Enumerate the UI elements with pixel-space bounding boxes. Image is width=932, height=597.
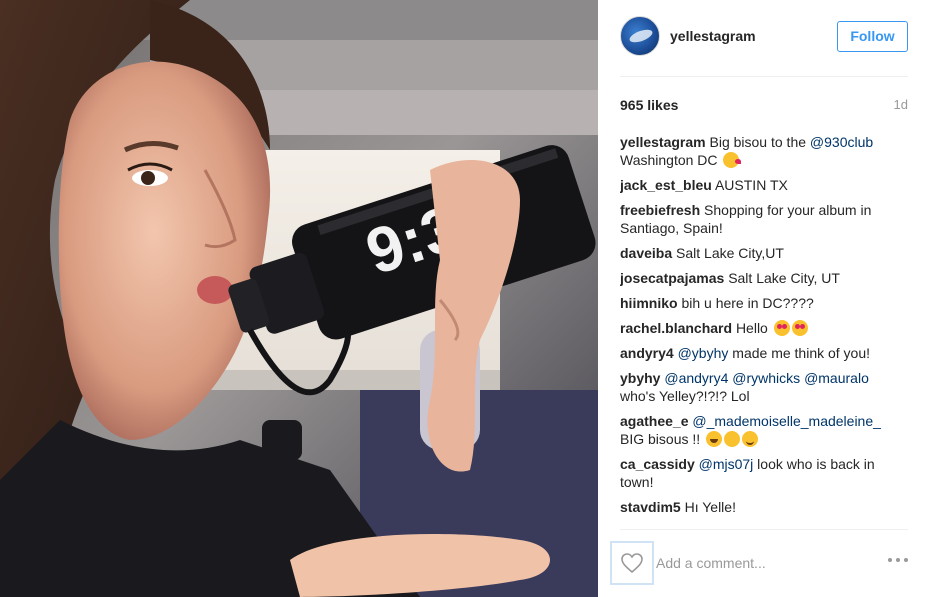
comment-username[interactable]: daveiba [620,245,672,261]
comment-text: AUSTIN TX [714,177,788,193]
comment-item: agathee_e @_mademoiselle_madeleine_ BIG … [620,412,908,448]
laugh-emoji-icon [706,431,723,447]
header-divider [620,76,908,77]
comment-mention[interactable]: @930club [810,134,873,150]
comment-username[interactable]: hiimniko [620,295,678,311]
comment-username[interactable]: ybyhy [620,370,660,386]
hearteyes-emoji-icon [791,320,808,336]
comment-text: made me think of you! [728,345,871,361]
comment-username[interactable]: andyry4 [620,345,674,361]
smile-emoji-icon [742,431,759,447]
comment-text: Salt Lake City,UT [676,245,784,261]
comment-text: who's Yelley?!?!? Lol [620,388,750,404]
comment-username[interactable]: ca_cassidy [620,456,695,472]
comments-list[interactable]: yellestagram Big bisou to the @930club W… [620,133,908,529]
comment-item: daveiba Salt Lake City,UT [620,244,908,262]
comment-username[interactable]: stavdim5 [620,499,681,515]
follow-button[interactable]: Follow [837,21,908,52]
more-options-icon[interactable] [888,558,908,562]
username[interactable]: yellestagram [670,28,756,44]
comment-item: stavdim5 Hı Yelle! [620,498,908,516]
comment-item: hiimniko bih u here in DC???? [620,294,908,312]
add-comment-input[interactable] [656,552,876,574]
comment-username[interactable]: freebiefresh [620,202,700,218]
comment-text: Big bisou to the [709,134,810,150]
comment-mention[interactable]: @rywhicks [732,370,800,386]
post-details-panel: yellestagram Follow 965 likes 1d yellest… [598,0,932,597]
post-photo[interactable]: 9:30 [0,0,598,597]
comment-item: yellestagram Big bisou to the @930club W… [620,133,908,169]
post-photo-image: 9:30 [0,0,598,597]
comment-text: BIG bisous !! [620,431,705,447]
comment-mention[interactable]: @mjs07j [699,456,754,472]
comment-item: rachel.blanchard Hello [620,319,908,337]
post-timestamp[interactable]: 1d [894,97,908,112]
avatar[interactable] [620,16,660,56]
comment-username[interactable]: rachel.blanchard [620,320,732,336]
heart-outline-icon [621,553,643,574]
comment-item: ca_cassidy @mjs07j look who is back in t… [620,455,908,491]
comment-text: bih u here in DC???? [681,295,814,311]
kiss-emoji-icon [723,152,742,168]
smirk-emoji-icon [724,431,741,447]
comment-item: freebiefresh Shopping for your album in … [620,201,908,237]
comment-mention[interactable]: @mauralo [804,370,869,386]
comment-username[interactable]: agathee_e [620,413,688,429]
comment-item: jack_est_bleu AUSTIN TX [620,176,908,194]
comment-text: Hı Yelle! [684,499,736,515]
comment-username[interactable]: josecatpajamas [620,270,724,286]
comment-footer [598,530,932,597]
comment-text: Washington DC [620,152,722,168]
comment-item: josecatpajamas Salt Lake City, UT [620,269,908,287]
comment-username[interactable]: yellestagram [620,134,706,150]
likes-count[interactable]: 965 likes [620,97,678,113]
comment-mention[interactable]: @ybyhy [678,345,729,361]
post-header: yellestagram Follow [620,16,908,60]
comment-item: ybyhy @andyry4 @rywhicks @mauralo who's … [620,369,908,405]
like-button[interactable] [610,541,654,585]
comment-item: andyry4 @ybyhy made me think of you! [620,344,908,362]
comment-mention[interactable]: @andyry4 [664,370,728,386]
comment-username[interactable]: jack_est_bleu [620,177,712,193]
comment-text: Salt Lake City, UT [728,270,840,286]
comment-text: Hello [735,320,772,336]
hearteyes-emoji-icon [773,320,790,336]
comment-mention[interactable]: @_mademoiselle_madeleine_ [692,413,881,429]
